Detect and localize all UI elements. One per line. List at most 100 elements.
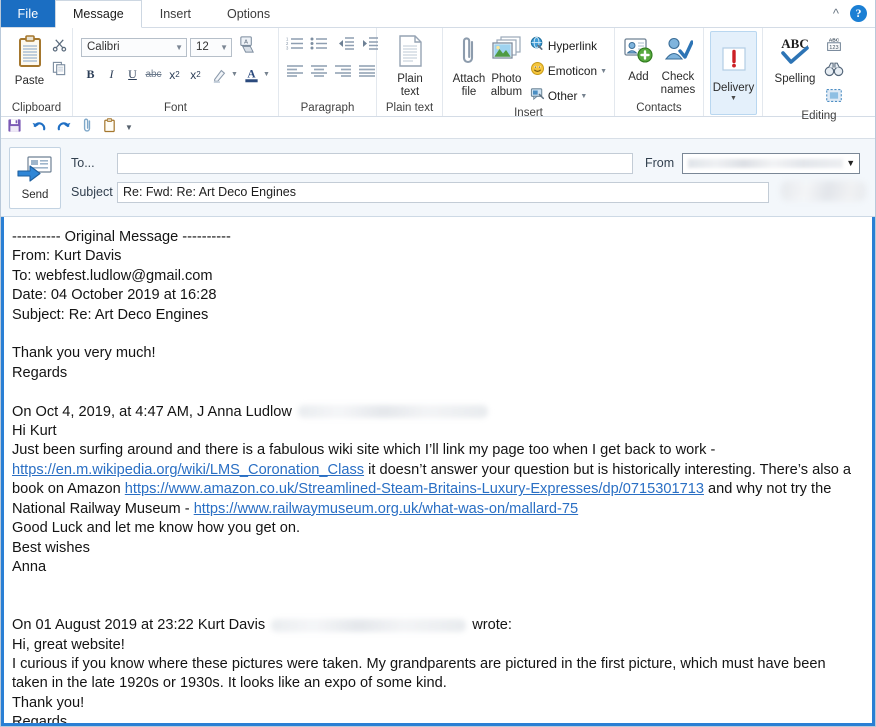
add-contact-button[interactable]: Add xyxy=(621,33,656,83)
chevron-down-icon[interactable]: ▼ xyxy=(600,68,607,75)
chevron-down-icon[interactable]: ▼ xyxy=(580,93,587,100)
plain-text-label-1: Plain xyxy=(397,73,423,85)
subscript-index: 2 xyxy=(175,70,179,79)
ribbon-group-editing: ABC Spelling ABC 123 xyxy=(762,28,875,116)
align-justify-icon[interactable] xyxy=(358,64,376,82)
strikethrough-button[interactable]: abc xyxy=(144,65,163,84)
text-highlight-icon[interactable] xyxy=(210,65,229,84)
to-label: To... xyxy=(71,156,117,170)
ribbon-group-font-label: Font xyxy=(73,101,278,116)
body-line: Thank you very much! xyxy=(12,344,862,363)
to-row: To... From ▼ xyxy=(71,153,867,174)
ribbon-group-contacts-label: Contacts xyxy=(615,101,703,116)
align-right-icon[interactable] xyxy=(334,64,352,82)
to-input[interactable] xyxy=(117,153,633,174)
bullet-list-icon[interactable] xyxy=(310,36,328,56)
other-insert-button[interactable]: Other ▼ xyxy=(530,86,609,106)
paragraph-align-row xyxy=(286,64,376,82)
message-body-text[interactable]: ---------- Original Message ----------Fr… xyxy=(4,217,872,726)
align-center-icon[interactable] xyxy=(310,64,328,82)
check-names-icon xyxy=(663,35,693,70)
photo-album-button[interactable]: Photo album xyxy=(487,33,526,98)
body-line: I curious if you know where these pictur… xyxy=(12,655,862,694)
delivery-button[interactable]: Delivery ▼ xyxy=(710,31,757,115)
font-size-select[interactable]: 12 ▼ xyxy=(190,38,232,57)
tab-file[interactable]: File xyxy=(1,0,55,27)
save-icon[interactable] xyxy=(7,118,22,138)
other-insert-icon xyxy=(530,86,545,106)
from-label: From xyxy=(645,156,674,170)
attach-file-label-2: file xyxy=(462,86,477,98)
ribbon-group-delivery: Delivery ▼ xyxy=(704,28,762,116)
paperclip-icon[interactable] xyxy=(81,118,94,138)
superscript-button[interactable]: x2 xyxy=(186,65,205,84)
body-line: Regards xyxy=(12,364,862,383)
undo-icon[interactable] xyxy=(31,118,47,138)
body-line: ---------- Original Message ---------- xyxy=(12,228,862,247)
font-controls-row: Calibri ▼ 12 ▼ A xyxy=(81,35,257,59)
ribbon-group-editing-label: Editing xyxy=(763,109,875,123)
body-link[interactable]: https://en.m.wikipedia.org/wiki/LMS_Coro… xyxy=(12,462,364,478)
chevron-down-icon: ▼ xyxy=(175,43,183,52)
plain-text-button[interactable]: Plain text xyxy=(383,33,437,98)
chevron-down-icon: ▼ xyxy=(846,158,855,168)
help-icon[interactable]: ? xyxy=(850,5,867,22)
body-link[interactable]: https://www.amazon.co.uk/Streamlined-Ste… xyxy=(125,481,704,497)
chevron-down-icon[interactable]: ▼ xyxy=(730,95,737,102)
plain-text-label-2: text xyxy=(401,86,420,98)
underline-button[interactable]: U xyxy=(123,65,142,84)
ribbon-group-insert: Attach file Photo xyxy=(443,28,615,116)
tab-message[interactable]: Message xyxy=(55,0,142,28)
send-button-label: Send xyxy=(22,189,49,201)
decrease-indent-icon[interactable] xyxy=(337,36,355,56)
delivery-label: Delivery xyxy=(713,82,755,94)
scissors-icon[interactable] xyxy=(52,37,67,57)
add-contact-label: Add xyxy=(628,71,648,83)
bold-button[interactable]: B xyxy=(81,65,100,84)
clear-formatting-icon[interactable]: A xyxy=(238,35,257,59)
chevron-down-icon[interactable]: ▼ xyxy=(231,71,238,78)
chevron-up-icon[interactable]: ^ xyxy=(830,7,842,20)
abc-123-icon[interactable]: ABC 123 xyxy=(824,35,844,57)
hyperlink-label: Hyperlink xyxy=(548,39,597,53)
check-names-button[interactable]: Check names xyxy=(658,33,698,96)
clipboard-icon[interactable] xyxy=(103,118,116,138)
subject-input[interactable]: Re: Fwd: Re: Art Deco Engines xyxy=(117,182,769,203)
body-blank-line xyxy=(12,597,862,616)
body-line: Good Luck and let me know how you get on… xyxy=(12,519,862,538)
tab-insert[interactable]: Insert xyxy=(142,0,209,27)
message-body-area[interactable]: ---------- Original Message ----------Fr… xyxy=(1,217,875,726)
numbered-list-icon[interactable]: 123 xyxy=(286,36,304,56)
italic-button[interactable]: I xyxy=(102,65,121,84)
quick-access-toolbar: ▼ xyxy=(1,117,875,139)
body-link[interactable]: https://www.railwaymuseum.org.uk/what-wa… xyxy=(194,501,578,517)
tab-options[interactable]: Options xyxy=(209,0,288,27)
copy-icon[interactable] xyxy=(52,61,67,81)
spelling-button[interactable]: ABC Spelling xyxy=(771,33,819,85)
select-object-icon[interactable] xyxy=(824,87,844,109)
body-line: To: webfest.ludlow@gmail.com xyxy=(12,267,862,286)
paste-button[interactable]: Paste xyxy=(7,33,52,87)
redaction-blur xyxy=(298,405,488,418)
chevron-down-icon[interactable]: ▼ xyxy=(263,71,270,78)
body-blank-line xyxy=(12,325,862,344)
emoticon-button[interactable]: Emoticon ▼ xyxy=(530,61,609,81)
clipboard-side-buttons xyxy=(52,33,67,81)
font-size-value: 12 xyxy=(196,41,209,53)
binoculars-icon[interactable] xyxy=(824,61,844,83)
send-button[interactable]: Send xyxy=(9,147,61,209)
font-color-icon[interactable]: A xyxy=(242,65,261,84)
smiley-icon xyxy=(530,61,545,81)
redo-icon[interactable] xyxy=(56,118,72,138)
ribbon-group-clipboard: Paste xyxy=(1,28,73,116)
attach-file-button[interactable]: Attach file xyxy=(451,33,487,98)
tabstrip-right-controls: ^ ? xyxy=(830,0,875,27)
align-left-icon[interactable] xyxy=(286,64,304,82)
svg-text:A: A xyxy=(244,40,248,46)
chevron-down-icon[interactable]: ▼ xyxy=(125,123,133,132)
font-name-select[interactable]: Calibri ▼ xyxy=(81,38,187,57)
hyperlink-button[interactable]: Hyperlink xyxy=(530,36,609,56)
subscript-button[interactable]: x2 xyxy=(165,65,184,84)
body-line-text: On 01 August 2019 at 23:22 Kurt Davis xyxy=(12,617,269,633)
from-select[interactable]: ▼ xyxy=(682,153,860,174)
